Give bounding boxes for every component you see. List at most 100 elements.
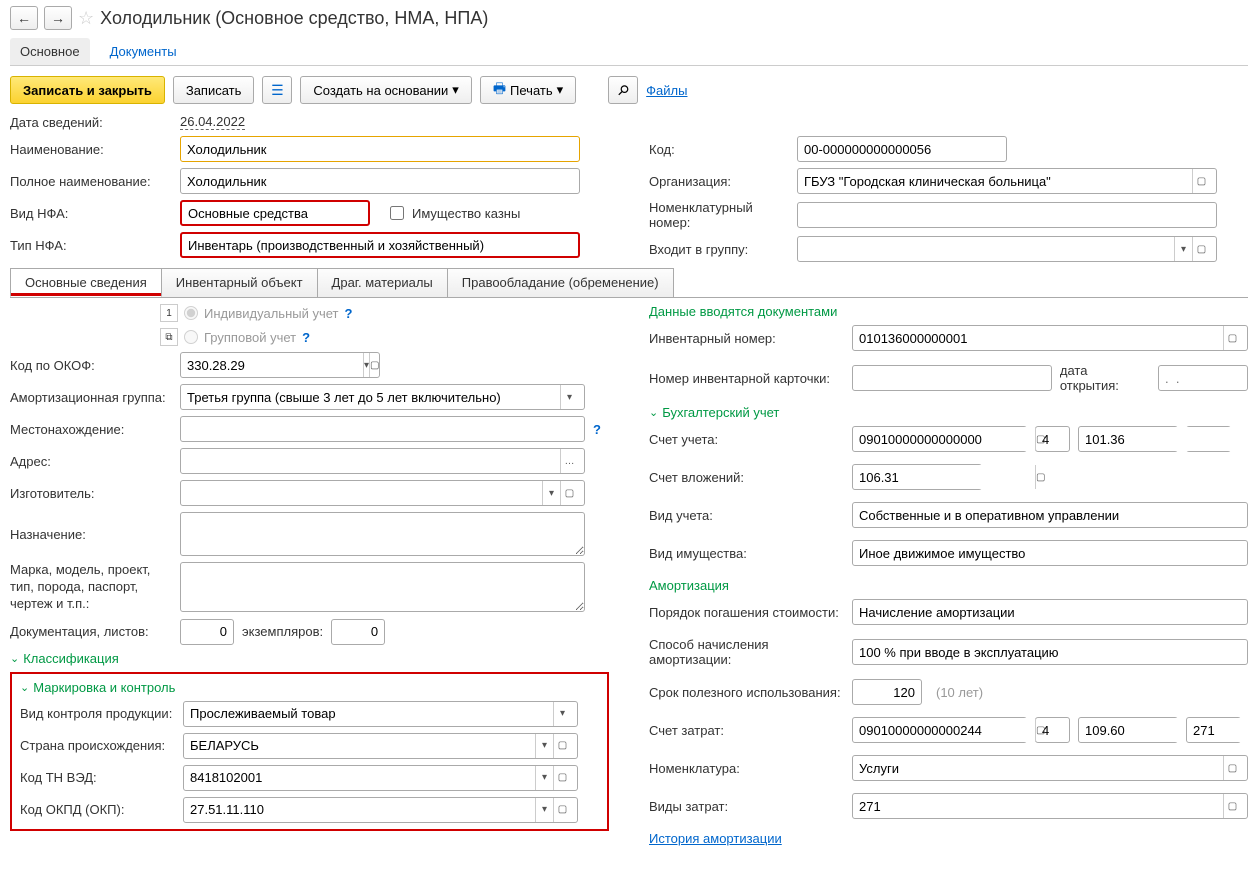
ellipsis-icon[interactable]: … bbox=[560, 449, 578, 473]
open-icon[interactable]: ▢ bbox=[1035, 427, 1045, 451]
caret-down-icon[interactable]: ▾ bbox=[535, 766, 553, 790]
amortgroup-input[interactable] bbox=[187, 385, 560, 409]
nomen-combo[interactable]: ▢ bbox=[852, 755, 1248, 781]
tab-precious[interactable]: Драг. материалы bbox=[317, 268, 448, 297]
star-icon[interactable]: ☆ bbox=[78, 8, 94, 29]
org-combo[interactable]: ▢ bbox=[797, 168, 1217, 194]
open-icon[interactable]: ▢ bbox=[1035, 718, 1045, 742]
help-icon[interactable]: ? bbox=[345, 306, 353, 321]
costacct-combo[interactable]: ▢ bbox=[852, 717, 1027, 743]
acct-combo[interactable]: ▢ bbox=[852, 426, 1027, 452]
date-value[interactable]: 26.04.2022 bbox=[180, 114, 245, 130]
open-icon[interactable]: ▢ bbox=[1223, 756, 1241, 780]
help-icon[interactable]: ? bbox=[593, 422, 601, 437]
caret-down-icon[interactable]: ▾ bbox=[560, 385, 578, 409]
open-icon[interactable]: ▢ bbox=[1223, 794, 1241, 818]
amortmethod-input[interactable] bbox=[852, 639, 1248, 665]
tab-docs[interactable]: Документы bbox=[100, 38, 187, 65]
open-icon[interactable]: ▢ bbox=[560, 481, 578, 505]
accounting-header[interactable]: ⌄ Бухгалтерский учет bbox=[649, 405, 1248, 420]
opendate-input[interactable] bbox=[1158, 365, 1248, 391]
caret-down-icon[interactable]: ▾ bbox=[535, 798, 553, 822]
classification-header[interactable]: ⌄ Классификация bbox=[10, 651, 609, 666]
purpose-input[interactable] bbox=[180, 512, 585, 556]
useful-input[interactable] bbox=[852, 679, 922, 705]
tnved-combo[interactable]: ▾ ▢ bbox=[183, 765, 578, 791]
nomen-input[interactable] bbox=[859, 756, 1223, 780]
cost-c-combo[interactable]: ▢ bbox=[1186, 717, 1241, 743]
caret-down-icon[interactable]: ▾ bbox=[553, 702, 571, 726]
open-icon[interactable]: ▢ bbox=[1035, 465, 1045, 489]
invest-combo[interactable]: ▢ bbox=[852, 464, 982, 490]
forward-button[interactable]: → bbox=[44, 6, 72, 30]
tnved-input[interactable] bbox=[190, 766, 535, 790]
controlkind-input[interactable] bbox=[190, 702, 553, 726]
save-button[interactable]: Записать bbox=[173, 76, 255, 104]
files-link[interactable]: Файлы bbox=[646, 83, 687, 98]
acct-input[interactable] bbox=[859, 427, 1035, 451]
controlkind-combo[interactable]: ▾ bbox=[183, 701, 578, 727]
marking-header[interactable]: ⌄ Маркировка и контроль bbox=[20, 680, 599, 695]
tab-inventory[interactable]: Инвентарный объект bbox=[161, 268, 318, 297]
amortgroup-combo[interactable]: ▾ bbox=[180, 384, 585, 410]
acct-b-combo[interactable]: ▢ bbox=[1078, 426, 1178, 452]
caret-down-icon[interactable]: ▾ bbox=[542, 481, 560, 505]
country-combo[interactable]: ▾ ▢ bbox=[183, 733, 578, 759]
maker-combo[interactable]: ▾ ▢ bbox=[180, 480, 585, 506]
amort-history-link[interactable]: История амортизации bbox=[649, 831, 782, 846]
acct-b-input[interactable] bbox=[1085, 427, 1258, 451]
invnum-input[interactable] bbox=[859, 326, 1223, 350]
open-icon[interactable]: ▢ bbox=[1223, 326, 1241, 350]
treasury-checkbox[interactable] bbox=[390, 206, 404, 220]
costkind-combo[interactable]: ▢ bbox=[852, 793, 1248, 819]
nomnum-input[interactable] bbox=[797, 202, 1217, 228]
maker-input[interactable] bbox=[187, 481, 542, 505]
code-input[interactable] bbox=[797, 136, 1007, 162]
costacct-input[interactable] bbox=[859, 718, 1035, 742]
caret-down-icon[interactable]: ▾ bbox=[1174, 237, 1192, 261]
name-input[interactable] bbox=[180, 136, 580, 162]
cost-b-combo[interactable]: ▢ bbox=[1078, 717, 1178, 743]
address-combo[interactable]: … bbox=[180, 448, 585, 474]
cost-c-input[interactable] bbox=[1193, 718, 1258, 742]
okof-combo[interactable]: ▾ ▢ bbox=[180, 352, 380, 378]
open-icon[interactable]: ▢ bbox=[369, 353, 379, 377]
fullname-input[interactable] bbox=[180, 168, 580, 194]
tab-main[interactable]: Основное bbox=[10, 38, 90, 65]
okpd-input[interactable] bbox=[190, 798, 535, 822]
okof-input[interactable] bbox=[187, 353, 363, 377]
create-based-button[interactable]: Создать на основании ▾ bbox=[300, 76, 471, 104]
back-button[interactable]: ← bbox=[10, 6, 38, 30]
save-close-button[interactable]: Записать и закрыть bbox=[10, 76, 165, 104]
kind-input[interactable] bbox=[180, 200, 370, 226]
org-input[interactable] bbox=[804, 169, 1192, 193]
open-icon[interactable]: ▢ bbox=[553, 798, 571, 822]
invest-input[interactable] bbox=[859, 465, 1035, 489]
okpd-combo[interactable]: ▾ ▢ bbox=[183, 797, 578, 823]
print-button[interactable]: 🖶 Печать ▾ bbox=[480, 76, 576, 104]
open-icon[interactable]: ▢ bbox=[553, 734, 571, 758]
country-input[interactable] bbox=[190, 734, 535, 758]
costkind-input[interactable] bbox=[859, 794, 1223, 818]
acctkind-input[interactable] bbox=[852, 502, 1248, 528]
location-input[interactable] bbox=[180, 416, 585, 442]
caret-down-icon[interactable]: ▾ bbox=[535, 734, 553, 758]
open-icon[interactable]: ▢ bbox=[553, 766, 571, 790]
open-icon[interactable]: ▢ bbox=[1192, 169, 1210, 193]
tab-rights[interactable]: Правообладание (обременение) bbox=[447, 268, 674, 297]
tab-basic[interactable]: Основные сведения bbox=[10, 268, 162, 297]
propkind-input[interactable] bbox=[852, 540, 1248, 566]
invcard-input[interactable] bbox=[852, 365, 1052, 391]
list-button[interactable]: ☰ bbox=[262, 76, 292, 104]
repay-input[interactable] bbox=[852, 599, 1248, 625]
model-input[interactable] bbox=[180, 562, 585, 612]
sheets-input[interactable] bbox=[180, 619, 234, 645]
type-input[interactable] bbox=[180, 232, 580, 258]
group-input[interactable] bbox=[804, 237, 1174, 261]
address-input[interactable] bbox=[187, 449, 560, 473]
help-icon[interactable]: ? bbox=[302, 330, 310, 345]
open-icon[interactable]: ▢ bbox=[1192, 237, 1210, 261]
invnum-combo[interactable]: ▢ bbox=[852, 325, 1248, 351]
group-combo[interactable]: ▾ ▢ bbox=[797, 236, 1217, 262]
attach-button[interactable]: ⚲ bbox=[608, 76, 638, 104]
